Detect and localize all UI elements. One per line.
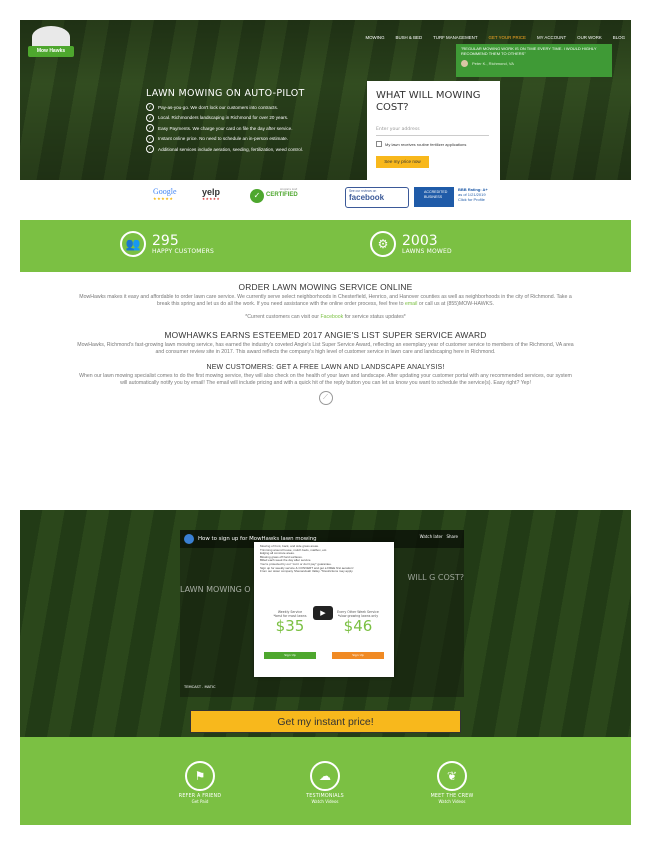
- page: Mow Hawks MOWING BUSH & BED TURF MANAGEM…: [20, 20, 631, 825]
- site-logo[interactable]: Mow Hawks: [28, 26, 74, 60]
- list-item: ✓ Pay-as-you-go. We don't lock our custom…: [146, 102, 303, 113]
- section-heading: NEW CUSTOMERS: GET A FREE LAWN AND LANDS…: [206, 364, 445, 372]
- trust-badges: Google ★★★★★ yelp ★★★★★ ✓ CERTIFIED Angi…: [20, 185, 631, 215]
- check-icon: ✓: [146, 103, 154, 112]
- section-heading: ORDER LAWN MOWING SERVICE ONLINE: [238, 282, 413, 292]
- nav-my-account[interactable]: MY ACCOUNT: [537, 35, 566, 40]
- stat-lawns: ⚙ 2003 LAWNS MOWED: [370, 231, 452, 257]
- instant-price-button[interactable]: Get my instant price!: [190, 710, 461, 733]
- footer: ⚑ REFER A FRIEND Get Paid ☁ TESTIMONIALS…: [20, 737, 631, 825]
- facebook-link[interactable]: Facebook: [320, 314, 343, 320]
- share-button[interactable]: Share: [446, 534, 458, 539]
- paragraph: *Current customers can visit our Faceboo…: [245, 314, 406, 321]
- watch-later-button[interactable]: Watch later: [420, 534, 443, 539]
- facebook-reviews-badge[interactable]: See our reviews on facebook: [345, 187, 409, 208]
- google-badge[interactable]: Google ★★★★★: [153, 187, 187, 209]
- leaf-icon: ⟋: [318, 391, 333, 406]
- email-link[interactable]: email: [405, 301, 417, 307]
- play-icon[interactable]: ▶: [313, 606, 333, 620]
- hero-section: Mow Hawks MOWING BUSH & BED TURF MANAGEM…: [20, 20, 631, 180]
- nav-mowing[interactable]: MOWING: [365, 35, 384, 40]
- list-item: ✓ Easy Payments. We charge your card on f…: [146, 123, 303, 134]
- see-price-button[interactable]: See my price now: [376, 156, 429, 168]
- meet-crew-link[interactable]: ❦ MEET THE CREW Watch Videos: [412, 761, 492, 804]
- hero-bullets: ✓ Pay-as-you-go. We don't lock our custom…: [146, 102, 303, 155]
- check-icon: ✓: [146, 113, 154, 122]
- fertilizer-checkbox[interactable]: [376, 141, 382, 147]
- mower-icon: ⚙: [370, 231, 396, 257]
- main-nav: MOWING BUSH & BED TURF MANAGEMENT GET YO…: [365, 35, 625, 40]
- nav-turf-management[interactable]: TURF MANAGEMENT: [433, 35, 477, 40]
- mower-icon: ⚑: [185, 761, 215, 791]
- video-actions: Watch later Share: [420, 534, 458, 539]
- angies-list-badge[interactable]: ✓ CERTIFIED Angie's List: [250, 187, 302, 209]
- list-item: ✓ Local. Richmonders landscaping in Richm…: [146, 113, 303, 124]
- yelp-badge[interactable]: yelp ★★★★★: [202, 187, 236, 209]
- testimonials-link[interactable]: ☁ TESTIMONIALS Watch Videos: [285, 761, 365, 804]
- paragraph: When our lawn mowing specialist comes to…: [79, 373, 572, 387]
- hero-title: LAWN MOWING ON AUTO-PILOT: [146, 88, 305, 99]
- check-icon: ✓: [146, 134, 154, 143]
- main-content: ORDER LAWN MOWING SERVICE ONLINE MowHawk…: [20, 282, 631, 406]
- logo-text: Mow Hawks: [28, 46, 74, 57]
- plan-weekly: Weekly Service *best for most lawns $35 …: [260, 610, 320, 659]
- bbb-badge[interactable]: ACCREDITED BUSINESS BBB Rating: A+ as of …: [414, 187, 498, 209]
- leaf-icon: ❦: [437, 761, 467, 791]
- people-icon: 👥: [120, 231, 146, 257]
- refer-friend-link[interactable]: ⚑ REFER A FRIEND Get Paid: [160, 761, 240, 804]
- price-form: WHAT WILL MOWING COST? Enter your addres…: [367, 81, 500, 184]
- video-pricing-card: Mowing of front, back, and side grass ar…: [254, 542, 394, 677]
- nav-our-work[interactable]: OUR WORK: [577, 35, 602, 40]
- stats-bar: 👥 295 HAPPY CUSTOMERS ⚙ 2003 LAWNS MOWED: [20, 220, 631, 272]
- hawk-icon: [32, 26, 70, 48]
- nav-blog[interactable]: BLOG: [613, 35, 625, 40]
- fertilizer-option[interactable]: My lawn receives routine fertilizer appl…: [376, 141, 466, 147]
- address-input[interactable]: Enter your address: [376, 125, 489, 136]
- cloud-icon: ☁: [310, 761, 340, 791]
- stat-customers: 👥 295 HAPPY CUSTOMERS: [120, 231, 214, 257]
- paragraph: MowHawks makes it easy and affordable to…: [79, 294, 572, 308]
- price-form-title: WHAT WILL MOWING COST?: [376, 90, 481, 113]
- list-item: ✓ Instant online price. No need to schedu…: [146, 134, 303, 145]
- plan-biweekly: Every Other Week Service *slow growing l…: [328, 610, 388, 659]
- testimonial-quote: "REGULAR MOWING WORK IS ON TIME EVERY TI…: [461, 46, 597, 56]
- avatar: [461, 60, 468, 67]
- testimonial-author: Peter K., Richmond, VA: [472, 61, 514, 66]
- check-icon: ✓: [146, 124, 154, 133]
- channel-avatar[interactable]: [184, 534, 194, 544]
- paragraph: MowHawks, Richmond's fast-growing lawn m…: [77, 341, 574, 355]
- list-item: ✓ Additional services include aeration, s…: [146, 144, 303, 155]
- check-icon: ✓: [250, 189, 264, 203]
- section-heading: MOWHAWKS EARNS ESTEEMED 2017 ANGIE'S LIS…: [164, 329, 487, 340]
- video-section: LAWN MOWING O WILL G COST? How to sign u…: [20, 510, 631, 737]
- nav-get-your-price[interactable]: GET YOUR PRICE: [489, 35, 526, 40]
- fertilizer-label: My lawn receives routine fertilizer appl…: [385, 141, 467, 147]
- nav-bush-bed[interactable]: BUSH & BED: [396, 35, 423, 40]
- check-icon: ✓: [146, 145, 154, 154]
- video-player[interactable]: LAWN MOWING O WILL G COST? How to sign u…: [180, 530, 464, 697]
- video-watermark: TEMCAST . MATIC: [184, 685, 216, 689]
- testimonial-box: "REGULAR MOWING WORK IS ON TIME EVERY TI…: [456, 44, 612, 77]
